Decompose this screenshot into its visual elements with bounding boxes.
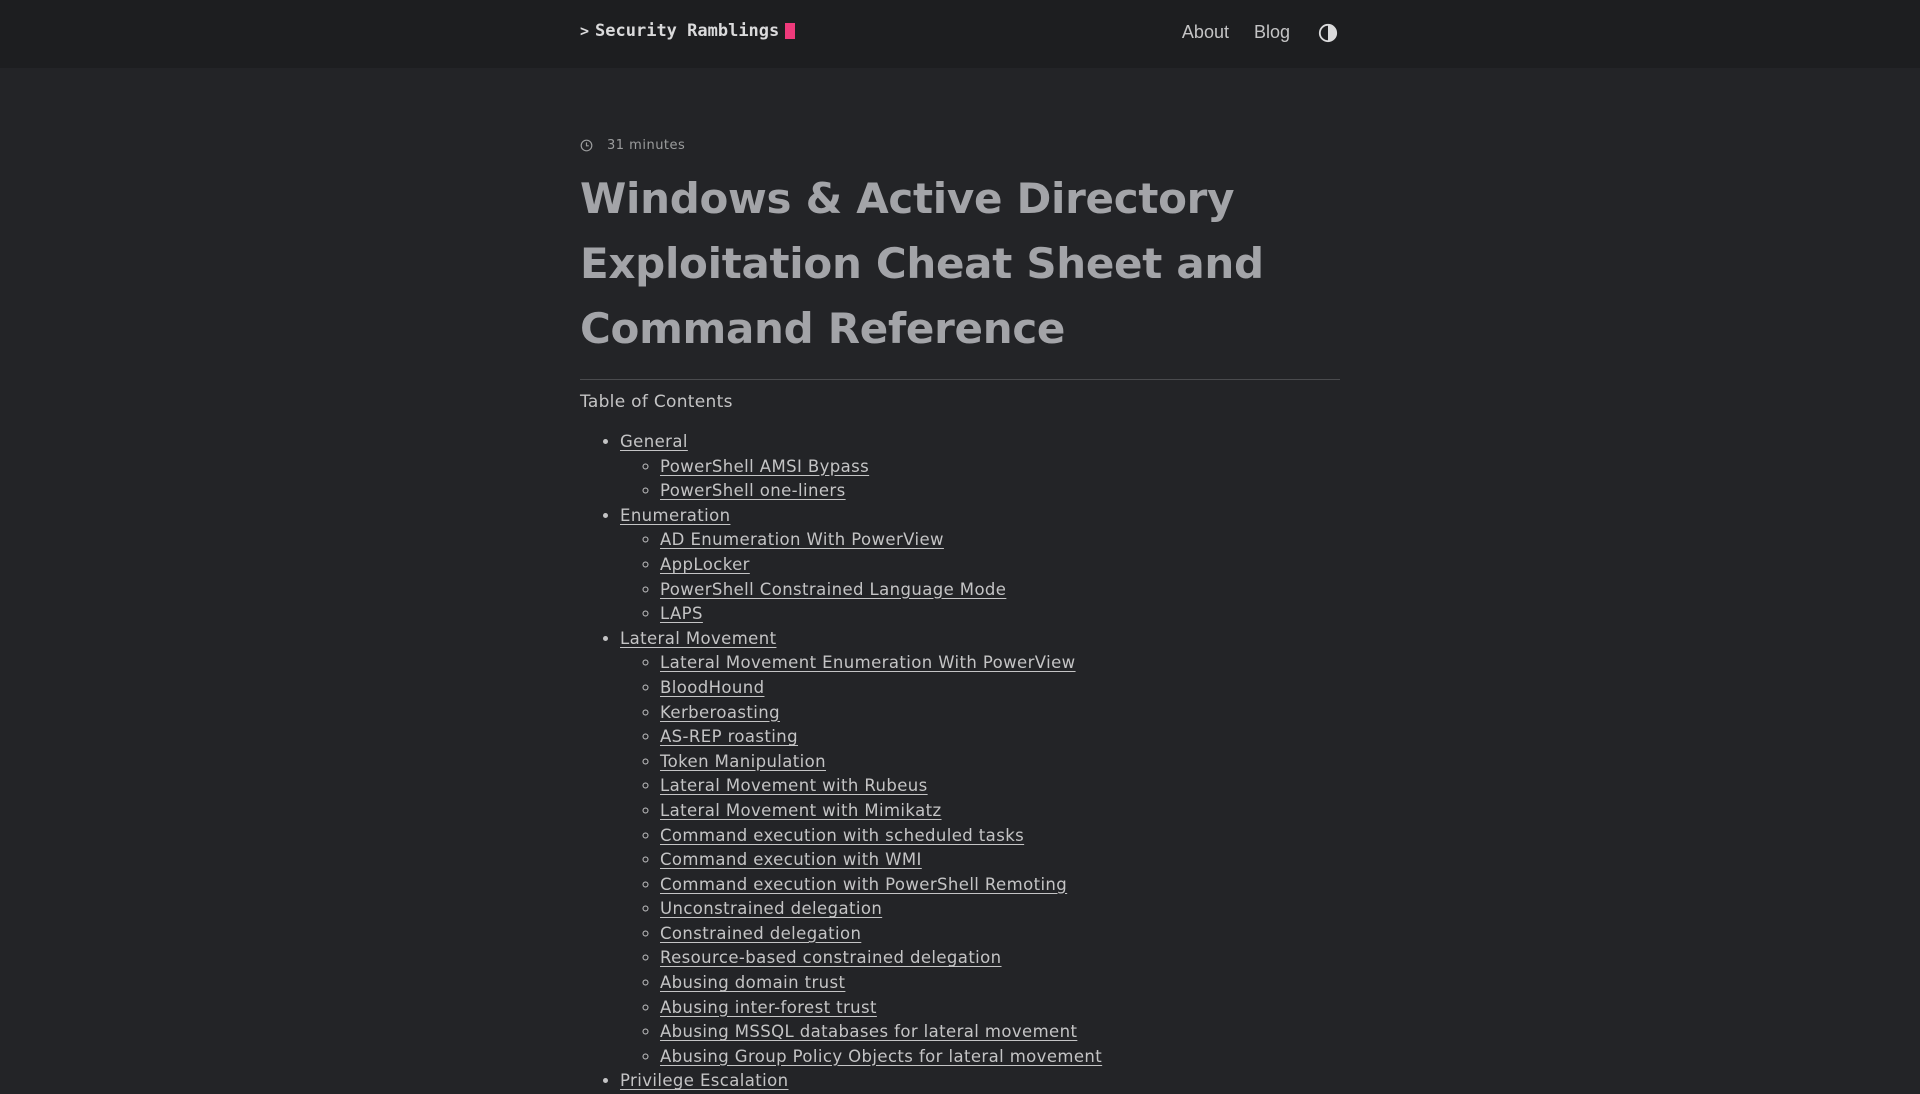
toc-subsection-item: PowerShell AMSI Bypass [660,455,1340,480]
toc-subsection-link[interactable]: Lateral Movement with Rubeus [660,776,928,795]
reading-time: 31 minutes [607,137,686,153]
logo-prompt: > [580,22,590,40]
toc-subsection-item: Command execution with WMI [660,848,1340,873]
toc-section-item: GeneralPowerShell AMSI BypassPowerShell … [620,430,1340,504]
toc-subsection-link[interactable]: Abusing MSSQL databases for lateral move… [660,1022,1077,1041]
toc-subsection-link[interactable]: Token Manipulation [660,752,826,771]
site-header: > Security Ramblings About Blog [0,0,1920,68]
toc-subsection-item: Command execution with scheduled tasks [660,824,1340,849]
toc-subsection-item: AppLocker [660,553,1340,578]
toc-subsection-link[interactable]: BloodHound [660,678,764,697]
toc-subsection-item: Token Manipulation [660,750,1340,775]
toc-subsection-link[interactable]: Constrained delegation [660,924,861,943]
toc-heading: Table of Contents [580,392,733,412]
post-title: Windows & Active Directory Exploitation … [580,174,1264,353]
theme-toggle-button[interactable] [1318,23,1338,43]
logo-text: Security Ramblings [595,21,780,41]
toc-subsection-item: Abusing Group Policy Objects for lateral… [660,1045,1340,1070]
title-divider [580,379,1340,380]
toc-subsection-list: Lateral Movement Enumeration With PowerV… [620,651,1340,1069]
toc-subsection-link[interactable]: AS-REP roasting [660,727,798,746]
site-logo-link[interactable]: > Security Ramblings [580,21,796,41]
clock-icon [580,139,593,151]
toc-subsection-link[interactable]: AppLocker [660,555,750,574]
toc-subsection-item: Abusing MSSQL databases for lateral move… [660,1020,1340,1045]
toc-subsection-link[interactable]: Command execution with PowerShell Remoti… [660,875,1067,894]
toc-section-link[interactable]: Enumeration [620,506,730,525]
toc-subsection-link[interactable]: Kerberoasting [660,703,780,722]
toc-subsection-item: Kerberoasting [660,701,1340,726]
contrast-icon [1318,23,1338,42]
toc-subsection-item: AD Enumeration With PowerView [660,528,1340,553]
toc-subsection-link[interactable]: PowerShell AMSI Bypass [660,457,869,476]
toc-section-item: Privilege Escalation [620,1069,1340,1094]
post-meta: 31 minutes [580,134,1340,156]
toc-subsection-link[interactable]: Abusing inter-forest trust [660,998,877,1017]
toc-subsection-list: PowerShell AMSI Bypass PowerShell one-lin… [620,455,1340,504]
toc-subsection-item: AS-REP roasting [660,725,1340,750]
nav-link-about[interactable]: About [1182,22,1229,43]
main-nav: About Blog [1157,22,1340,43]
toc-subsection-link[interactable]: Unconstrained delegation [660,899,882,918]
toc-subsection-item: Lateral Movement Enumeration With PowerV… [660,651,1340,676]
toc-subsection-item: Lateral Movement with Mimikatz [660,799,1340,824]
toc-subsection-link[interactable]: PowerShell one-liners [660,481,846,500]
toc-section-item: Lateral Movement Lateral Movement Enumera… [620,627,1340,1070]
toc-subsection-item: Constrained delegation [660,922,1340,947]
toc-subsection-link[interactable]: LAPS [660,604,703,623]
toc-subsection-item: PowerShell one-liners [660,479,1340,504]
toc-section-link[interactable]: Lateral Movement [620,629,776,648]
toc-subsection-item: Unconstrained delegation [660,897,1340,922]
toc-subsection-item: Abusing domain trust [660,971,1340,996]
toc-section-item: Enumeration AD Enumeration With PowerView… [620,504,1340,627]
toc-subsection-link[interactable]: Abusing Group Policy Objects for lateral… [660,1047,1102,1066]
post-main: 31 minutes Windows & Active Directory Ex… [580,134,1340,1094]
nav-link-blog[interactable]: Blog [1254,22,1290,43]
toc-subsection-item: Lateral Movement with Rubeus [660,774,1340,799]
toc-section-link[interactable]: General [620,432,688,451]
toc-subsection-item: BloodHound [660,676,1340,701]
toc-subsection-item: PowerShell Constrained Language Mode [660,578,1340,603]
toc-subsection-link[interactable]: Lateral Movement Enumeration With PowerV… [660,653,1076,672]
logo-cursor [785,23,796,39]
header-inner: > Security Ramblings About Blog [580,0,1340,68]
toc-subsection-link[interactable]: Abusing domain trust [660,973,845,992]
toc-subsection-item: LAPS [660,602,1340,627]
toc-subsection-link[interactable]: Command execution with WMI [660,850,922,869]
toc-subsection-link[interactable]: AD Enumeration With PowerView [660,530,944,549]
toc-subsection-item: Resource-based constrained delegation [660,946,1340,971]
toc-section-link[interactable]: Privilege Escalation [620,1071,789,1090]
table-of-contents: GeneralPowerShell AMSI BypassPowerShell … [580,430,1340,1094]
toc-subsection-item: Abusing inter-forest trust [660,996,1340,1021]
toc-subsection-item: Command execution with PowerShell Remoti… [660,873,1340,898]
toc-subsection-link[interactable]: Lateral Movement with Mimikatz [660,801,942,820]
toc-subsection-link[interactable]: Command execution with scheduled tasks [660,826,1024,845]
toc-subsection-link[interactable]: PowerShell Constrained Language Mode [660,580,1006,599]
toc-subsection-link[interactable]: Resource-based constrained delegation [660,948,1002,967]
toc-subsection-list: AD Enumeration With PowerView AppLocker Po… [620,528,1340,626]
